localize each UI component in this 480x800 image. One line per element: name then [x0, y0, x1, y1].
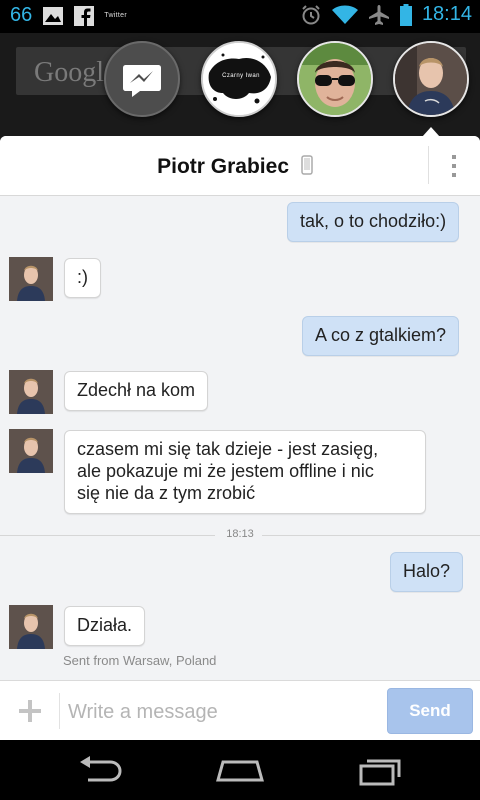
- back-icon[interactable]: [76, 754, 124, 788]
- wifi-icon: [331, 5, 358, 24]
- time-separator: 18:13: [226, 528, 254, 540]
- message-line: czasem mi się tak dzieje - jest zasięg,: [77, 439, 379, 459]
- messenger-icon: [123, 65, 161, 97]
- contact-avatar-image: [395, 43, 467, 115]
- message-composer: Send: [0, 680, 480, 740]
- battery-icon: [399, 3, 412, 26]
- time-separator-line: [262, 535, 480, 536]
- avatar-image: [9, 370, 53, 414]
- message-incoming-multiline[interactable]: czasem mi się tak dzieje - jest zasięg, …: [64, 430, 426, 514]
- sender-avatar: [9, 429, 53, 473]
- contact-head-1[interactable]: Czarny Iwan: [201, 41, 277, 117]
- send-button[interactable]: Send: [387, 688, 473, 734]
- sender-avatar: [9, 257, 53, 301]
- facebook-icon: [74, 5, 95, 26]
- time-separator-line: [0, 535, 215, 536]
- status-bar: 66 Twitter 18:14: [0, 0, 480, 33]
- message-outgoing[interactable]: tak, o to chodziło:): [287, 202, 460, 242]
- message-incoming[interactable]: Działa.: [64, 606, 146, 646]
- phone-icon: [301, 155, 313, 175]
- overflow-menu-icon[interactable]: [447, 154, 461, 178]
- airplane-icon: [368, 4, 389, 25]
- messenger-head[interactable]: [104, 41, 180, 117]
- avatar-image: [9, 605, 53, 649]
- message-outgoing[interactable]: A co z gtalkiem?: [302, 316, 460, 356]
- location-note: Sent from Warsaw, Poland: [63, 653, 217, 668]
- alarm-icon: [302, 4, 320, 24]
- composer-divider: [59, 693, 60, 729]
- message-line: się nie da z tym zrobić: [77, 483, 256, 503]
- sender-avatar: [9, 370, 53, 414]
- contact-head-caption: Czarny Iwan: [222, 73, 260, 79]
- recents-icon[interactable]: [357, 754, 405, 788]
- avatar-image: [9, 257, 53, 301]
- sender-avatar: [9, 605, 53, 649]
- chat-header: Piotr Grabiec: [0, 136, 480, 196]
- contact-head-3[interactable]: [393, 41, 469, 117]
- message-input[interactable]: [68, 695, 378, 729]
- notification-area: 66 Twitter: [10, 4, 127, 27]
- twitter-label: Twitter: [104, 12, 127, 19]
- google-logo: Googl: [34, 57, 104, 88]
- contact-head-2[interactable]: [297, 41, 373, 117]
- contact-name: Piotr Grabiec: [157, 155, 290, 178]
- message-incoming[interactable]: Zdechł na kom: [64, 371, 209, 411]
- header-divider: [428, 146, 429, 184]
- message-outgoing[interactable]: Halo?: [390, 552, 464, 592]
- clock: 18:14: [421, 3, 472, 25]
- contact-avatar-image: [203, 43, 275, 115]
- add-attachment-icon[interactable]: [14, 695, 46, 727]
- system-icons: 18:14: [300, 3, 472, 26]
- image-icon: [43, 6, 64, 25]
- navigation-bar: [0, 740, 480, 800]
- home-icon[interactable]: [215, 754, 265, 788]
- message-line: ale pokazuje mi że jestem offline i nic: [77, 461, 374, 481]
- avatar-image: [9, 429, 53, 473]
- contact-avatar-image: [299, 43, 371, 115]
- message-incoming[interactable]: :): [64, 258, 101, 298]
- chat-panel: Piotr Grabiec tak, o to chodziło:) :) A …: [0, 136, 480, 740]
- contact-name-title: Piotr Grabiec: [0, 155, 470, 179]
- notification-count: 66: [10, 4, 33, 26]
